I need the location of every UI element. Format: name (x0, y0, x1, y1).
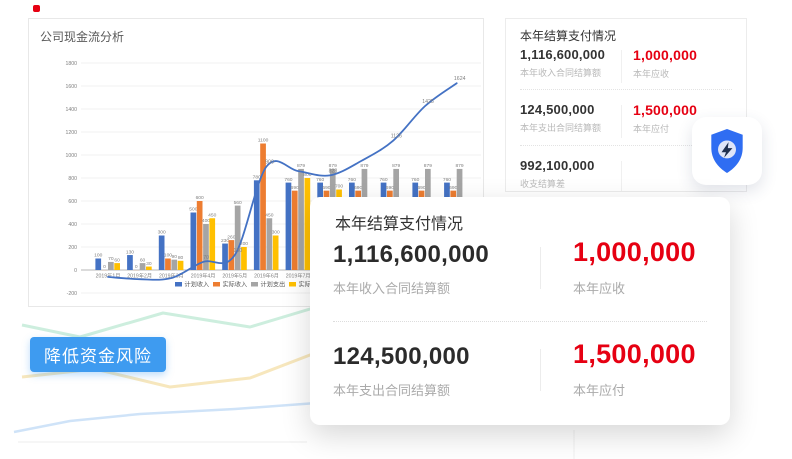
popup-payable-label: 本年应付 (573, 380, 696, 399)
svg-text:30: 30 (146, 261, 152, 267)
svg-text:879: 879 (455, 163, 463, 169)
svg-text:879: 879 (424, 163, 432, 169)
popup-payable-value: 1,500,000 (573, 339, 696, 370)
svg-text:200: 200 (68, 245, 77, 251)
svg-text:760: 760 (316, 177, 324, 183)
svg-text:760: 760 (411, 177, 419, 183)
svg-text:690: 690 (322, 185, 330, 191)
svg-text:800: 800 (68, 176, 77, 182)
svg-text:600: 600 (68, 199, 77, 205)
svg-text:500: 500 (189, 207, 197, 213)
svg-text:实际收入: 实际收入 (223, 281, 248, 289)
svg-text:690: 690 (291, 185, 299, 191)
svg-text:2019年5月: 2019年5月 (222, 272, 247, 280)
dotted-separator (520, 89, 732, 90)
svg-text:690: 690 (354, 185, 362, 191)
column-divider (621, 105, 622, 138)
svg-text:300: 300 (158, 230, 166, 236)
payable-value: 1,500,000 (633, 102, 697, 118)
svg-text:2019年4月: 2019年4月 (191, 272, 216, 280)
popup-column-divider (540, 247, 541, 289)
svg-text:70: 70 (108, 256, 114, 262)
payable-label: 本年应付 (633, 122, 697, 135)
receivable-label: 本年应收 (633, 67, 697, 80)
income-settlement-label: 本年收入合同结算额 (520, 66, 736, 79)
svg-text:760: 760 (348, 177, 356, 183)
svg-text:0: 0 (74, 268, 77, 274)
svg-text:130: 130 (126, 249, 134, 255)
svg-text:450: 450 (208, 212, 216, 218)
expense-settlement-value: 124,500,000 (520, 102, 736, 117)
svg-text:690: 690 (449, 185, 457, 191)
svg-text:1425: 1425 (422, 99, 434, 105)
svg-text:130: 130 (233, 248, 242, 254)
svg-text:2019年6月: 2019年6月 (254, 272, 279, 280)
svg-text:1600: 1600 (65, 84, 77, 90)
column-divider (621, 161, 622, 191)
svg-text:70: 70 (203, 255, 209, 261)
column-divider (621, 50, 622, 83)
svg-text:80: 80 (178, 255, 184, 261)
svg-text:400: 400 (202, 218, 210, 224)
svg-text:400: 400 (68, 222, 77, 228)
svg-text:90: 90 (172, 254, 178, 260)
svg-text:900: 900 (265, 160, 274, 166)
svg-text:计划收入: 计划收入 (185, 281, 210, 289)
svg-text:879: 879 (297, 163, 305, 169)
svg-text:450: 450 (265, 212, 273, 218)
svg-text:60: 60 (140, 257, 146, 263)
svg-text:1100: 1100 (258, 138, 269, 144)
svg-text:-200: -200 (67, 291, 77, 297)
svg-text:计划支出: 计划支出 (261, 281, 286, 289)
svg-text:879: 879 (360, 163, 368, 169)
shield-lightning-icon (707, 128, 747, 174)
svg-text:879: 879 (392, 163, 400, 169)
settlement-popup-card: 本年结算支付情况 1,116,600,000 本年收入合同结算额 1,000,0… (310, 197, 730, 425)
svg-text:260: 260 (227, 234, 235, 240)
svg-text:560: 560 (234, 200, 242, 206)
svg-text:760: 760 (284, 177, 292, 183)
svg-text:690: 690 (417, 185, 425, 191)
svg-text:100: 100 (94, 253, 102, 259)
svg-text:0: 0 (103, 264, 106, 270)
settlement-panel-title: 本年结算支付情况 (520, 27, 616, 44)
settlement-row-income: 1,116,600,000 本年收入合同结算额 1,000,000 本年应收 (520, 47, 736, 79)
svg-text:823: 823 (329, 168, 338, 174)
svg-text:1800: 1800 (65, 61, 77, 67)
red-indicator-dot (33, 5, 40, 12)
dashboard: -200020040060080010001200140016001800100… (0, 0, 792, 459)
receivable-value: 1,000,000 (633, 47, 697, 63)
svg-text:2019年7月: 2019年7月 (286, 272, 311, 280)
income-settlement-value: 1,116,600,000 (520, 47, 736, 62)
svg-text:760: 760 (379, 177, 387, 183)
svg-text:0: 0 (135, 264, 138, 270)
svg-text:300: 300 (272, 230, 280, 236)
svg-text:1000: 1000 (65, 153, 77, 159)
popup-row-expense: 124,500,000 本年支出合同结算额 1,500,000 本年应付 (333, 343, 707, 419)
popup-dotted-separator (333, 321, 707, 322)
popup-column-divider (540, 349, 541, 391)
chart-title: 公司现金流分析 (40, 28, 124, 45)
popup-row-income: 1,116,600,000 本年收入合同结算额 1,000,000 本年应收 (333, 241, 707, 317)
svg-text:690: 690 (386, 185, 394, 191)
svg-text:1624: 1624 (454, 76, 466, 82)
svg-text:1400: 1400 (65, 107, 77, 113)
svg-text:760: 760 (443, 177, 451, 183)
svg-text:600: 600 (196, 195, 204, 201)
svg-text:60: 60 (114, 257, 120, 263)
risk-reduction-badge: 降低资金风险 (30, 337, 166, 372)
svg-text:1126: 1126 (391, 134, 402, 140)
popup-receivable-value: 1,000,000 (573, 237, 696, 268)
security-shield-card (692, 117, 762, 185)
svg-text:700: 700 (335, 184, 343, 190)
popup-receivable-label: 本年应收 (573, 278, 696, 297)
popup-title: 本年结算支付情况 (335, 210, 463, 234)
svg-text:1200: 1200 (65, 130, 77, 136)
